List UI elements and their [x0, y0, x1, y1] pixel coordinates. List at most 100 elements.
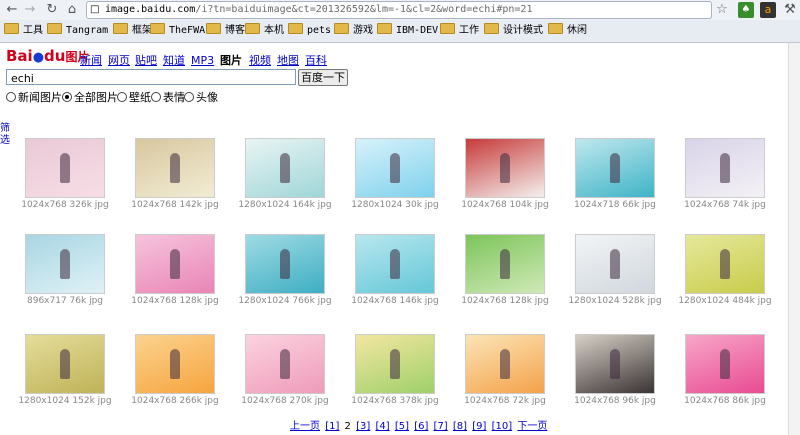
tab-baike[interactable]: 百科 [305, 54, 327, 67]
page-link[interactable]: [8] [453, 421, 467, 432]
page-link[interactable]: [4] [375, 421, 389, 432]
image-thumbnail[interactable] [685, 234, 765, 294]
filter-news-images[interactable]: 新闻图片 [6, 92, 62, 104]
reload-icon[interactable]: ↻ [44, 1, 60, 18]
star-icon[interactable]: ☆ [714, 2, 730, 18]
tab-news[interactable]: 新闻 [80, 54, 102, 67]
image-caption: 1280x1024 528k jpg [568, 296, 662, 306]
folder-icon [377, 23, 392, 34]
image-thumbnail[interactable] [245, 138, 325, 198]
page-link[interactable]: [7] [434, 421, 448, 432]
illustration-figure [500, 249, 510, 279]
image-thumbnail[interactable] [135, 234, 215, 294]
image-thumbnail[interactable] [355, 334, 435, 394]
page-link[interactable]: [5] [395, 421, 409, 432]
image-thumbnail[interactable] [685, 138, 765, 198]
image-thumbnail[interactable] [465, 234, 545, 294]
tab-mp3[interactable]: MP3 [191, 54, 214, 67]
image-thumbnail[interactable] [685, 334, 765, 394]
bookmark-folder[interactable]: 博客 [206, 23, 245, 39]
image-thumbnail[interactable] [245, 234, 325, 294]
image-thumbnail[interactable] [355, 138, 435, 198]
page-link[interactable]: [10] [492, 421, 513, 432]
baidu-logo[interactable]: Bai●du图片 [6, 45, 89, 67]
filter-wallpaper[interactable]: 壁纸 [117, 92, 151, 104]
bookmark-folder[interactable]: 休闲 [548, 23, 587, 39]
image-caption: 1024x768 146k jpg [351, 296, 439, 306]
illustration-figure [390, 153, 400, 183]
search-input[interactable]: echi [6, 69, 296, 85]
folder-icon [47, 23, 62, 34]
folder-icon [484, 23, 499, 34]
forward-icon[interactable]: → [22, 1, 38, 18]
page-link[interactable]: [1] [325, 421, 339, 432]
bookmark-folder[interactable]: 框架 [113, 23, 152, 39]
image-caption: 1024x768 378k jpg [351, 396, 439, 406]
paw-icon: ● [32, 50, 45, 65]
extension-icon[interactable]: ♠ [738, 2, 754, 18]
next-page-link[interactable]: 下一页 [517, 421, 547, 432]
image-thumbnail[interactable] [465, 138, 545, 198]
image-thumbnail[interactable] [25, 234, 105, 294]
image-caption: 1024x768 270k jpg [241, 396, 329, 406]
image-thumbnail[interactable] [25, 334, 105, 394]
amazon-icon[interactable]: a [760, 2, 776, 18]
image-caption: 1024x768 72k jpg [464, 396, 546, 406]
radio-label: 表情 [163, 91, 185, 104]
folder-icon [440, 23, 455, 34]
address-bar[interactable]: □ image.baidu.com/i?tn=baiduimage&ct=201… [86, 1, 712, 19]
filter-all-images[interactable]: 全部图片 [62, 92, 118, 104]
tab-tieba[interactable]: 贴吧 [135, 54, 157, 67]
bookmark-label: Tangram [66, 25, 109, 36]
filter-avatar[interactable]: 头像 [184, 92, 218, 104]
page-link[interactable]: [6] [414, 421, 428, 432]
radio-icon [117, 92, 127, 102]
bookmarks-bar: 工具 Tangram 框架 TheFWA 博客 本机 pets 游戏 IBM-D… [0, 20, 800, 43]
tab-video[interactable]: 视频 [249, 54, 271, 67]
image-thumbnail[interactable] [465, 334, 545, 394]
folder-icon [4, 23, 19, 34]
illustration-figure [170, 249, 180, 279]
bookmark-folder[interactable]: 设计模式 [484, 23, 543, 39]
tab-web[interactable]: 网页 [108, 54, 130, 67]
radio-label: 头像 [196, 91, 218, 104]
image-thumbnail[interactable] [135, 138, 215, 198]
image-thumbnail[interactable] [575, 138, 655, 198]
illustration-figure [720, 153, 730, 183]
back-icon[interactable]: ← [4, 1, 20, 18]
image-thumbnail[interactable] [245, 334, 325, 394]
home-icon[interactable]: ⌂ [64, 1, 80, 18]
bookmark-folder[interactable]: pets [288, 23, 331, 39]
tab-map[interactable]: 地图 [277, 54, 299, 67]
image-thumbnail[interactable] [575, 334, 655, 394]
illustration-figure [170, 153, 180, 183]
bookmark-folder[interactable]: 工作 [440, 23, 479, 39]
tab-zhidao[interactable]: 知道 [163, 54, 185, 67]
bookmark-folder[interactable]: 本机 [245, 23, 284, 39]
illustration-figure [280, 349, 290, 379]
image-thumbnail[interactable] [355, 234, 435, 294]
image-caption: 1024x768 266k jpg [131, 396, 219, 406]
image-thumbnail[interactable] [135, 334, 215, 394]
filter-link[interactable]: 筛选 [0, 123, 10, 147]
illustration-figure [610, 153, 620, 183]
radio-label: 全部图片 [74, 91, 118, 104]
bookmark-folder[interactable]: 工具 [4, 23, 43, 39]
bookmark-folder[interactable]: IBM-DEV [377, 23, 438, 39]
image-thumbnail[interactable] [575, 234, 655, 294]
vertical-scrollbar[interactable] [788, 43, 800, 435]
prev-page-link[interactable]: 上一页 [290, 421, 320, 432]
wrench-icon[interactable]: ⚒ [782, 2, 798, 18]
filter-emoticon[interactable]: 表情 [151, 92, 185, 104]
folder-icon [334, 23, 349, 34]
page-link[interactable]: [3] [356, 421, 370, 432]
bookmark-folder[interactable]: Tangram [47, 23, 108, 39]
bookmark-label: 框架 [132, 25, 152, 36]
illustration-figure [280, 249, 290, 279]
bookmark-folder[interactable]: TheFWA [150, 23, 205, 39]
illustration-figure [500, 153, 510, 183]
page-link[interactable]: [9] [472, 421, 486, 432]
search-button[interactable]: 百度一下 [298, 69, 348, 86]
bookmark-folder[interactable]: 游戏 [334, 23, 373, 39]
image-thumbnail[interactable] [25, 138, 105, 198]
